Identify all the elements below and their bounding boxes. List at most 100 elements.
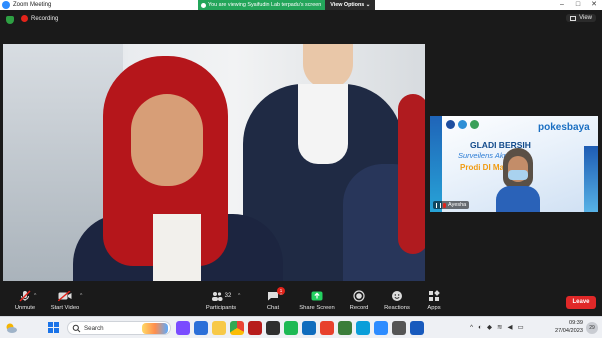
start-video-label: Start Video: [50, 305, 80, 311]
app-tray-icon[interactable]: ◐: [478, 324, 482, 331]
audio-options-chevron-icon[interactable]: ^: [34, 293, 36, 299]
taskbar-pinned-apps: [176, 321, 424, 335]
app-icon-1[interactable]: [176, 321, 190, 335]
chat-label: Chat: [266, 305, 280, 311]
window-controls: – □ ✕: [554, 0, 602, 10]
participant-shirt: [496, 186, 540, 212]
background-stripe-left: [430, 116, 442, 212]
chrome-icon[interactable]: [230, 321, 244, 335]
view-button[interactable]: View: [566, 14, 596, 22]
minimize-button[interactable]: –: [554, 0, 570, 10]
maximize-button[interactable]: □: [570, 0, 586, 10]
record-icon: [353, 290, 365, 302]
chat-icon-wrap: 1: [267, 287, 285, 302]
meeting-toolbar: ^ Unmute ^ Start Video 32 ^ Participants…: [0, 287, 602, 316]
app-icon-green[interactable]: [338, 321, 352, 335]
background-person-collar: [298, 84, 348, 164]
signal-icon: [436, 202, 441, 208]
search-placeholder: Search: [84, 324, 104, 332]
battery-icon[interactable]: ▭: [517, 323, 523, 331]
participant-name: Ayesha: [448, 202, 467, 208]
brand-logo-text: pokesbaya: [538, 122, 590, 133]
logo-3-icon: [470, 120, 479, 129]
view-label: View: [579, 15, 592, 21]
logo-2-icon: [458, 120, 467, 129]
participants-icon-wrap: 32: [211, 290, 232, 302]
speaker-face: [131, 94, 203, 186]
record-label: Record: [349, 305, 369, 311]
zoom-icon[interactable]: [194, 321, 208, 335]
recording-indicator[interactable]: Recording: [21, 15, 58, 22]
chat-button[interactable]: 1 ^ Chat: [248, 287, 298, 311]
video-options-chevron-icon[interactable]: ^: [80, 293, 82, 299]
search-highlight-graphic: [142, 323, 168, 334]
share-status-icon: [201, 2, 206, 8]
mail-icon[interactable]: [302, 321, 316, 335]
start-icon[interactable]: [48, 322, 59, 333]
apps-icon-wrap: [428, 290, 440, 302]
system-tray: ^ ◐ ◆ ≋ ◀ ▭: [470, 323, 524, 332]
participant-mask: [508, 170, 528, 180]
security-tray-icon[interactable]: ◆: [487, 323, 492, 331]
shield-icon[interactable]: [6, 16, 14, 24]
smiley-icon: [392, 291, 402, 301]
show-hidden-icons-icon[interactable]: ^: [470, 324, 473, 331]
notification-avatar[interactable]: 29: [586, 322, 598, 334]
taskbar-search[interactable]: Search: [67, 321, 171, 335]
participants-button[interactable]: 32 ^ Participants: [196, 290, 246, 311]
app-icon-red[interactable]: [320, 321, 334, 335]
file-explorer-icon[interactable]: [212, 321, 226, 335]
word-icon[interactable]: [410, 321, 424, 335]
apps-label: Apps: [427, 305, 441, 311]
recording-label: Recording: [31, 15, 59, 22]
taskbar-clock[interactable]: 09:39 27/04/2023: [551, 320, 583, 335]
video-off-icon: [58, 290, 72, 302]
leave-button[interactable]: Leave: [566, 296, 596, 309]
store-icon[interactable]: [266, 321, 280, 335]
record-icon-wrap: [353, 290, 365, 302]
grid-icon: [570, 15, 577, 21]
unmute-label: Unmute: [14, 305, 36, 311]
chat-options-chevron-icon[interactable]: ^: [280, 293, 282, 299]
apps-button[interactable]: Apps: [409, 290, 459, 311]
share-screen-label: Share Screen: [299, 305, 335, 311]
volume-icon[interactable]: ◀: [507, 323, 512, 331]
start-video-button[interactable]: ^ Start Video: [40, 290, 90, 311]
clock-time: 09:39: [569, 320, 583, 326]
muted-microphone-icon: [19, 290, 31, 302]
window-title: Zoom Meeting: [13, 2, 52, 8]
view-options-button[interactable]: View Options ⌄: [325, 0, 376, 10]
edge-icon[interactable]: [356, 321, 370, 335]
participants-count: 32: [224, 293, 232, 299]
wifi-icon[interactable]: ≋: [497, 323, 502, 331]
share-screen-icon: [311, 291, 323, 301]
viewing-text: You are viewing Syaifudin Lab terpadu's …: [208, 2, 322, 8]
search-icon: [72, 324, 81, 332]
apps-icon: [429, 290, 440, 301]
weather-icon[interactable]: [4, 321, 18, 335]
speaker-collar: [153, 214, 201, 281]
logo-1-icon: [446, 120, 455, 129]
background-red-scarf: [398, 94, 425, 254]
meeting-topbar: Recording View: [0, 10, 602, 30]
zoom-meeting-icon[interactable]: [374, 321, 388, 335]
participant-person: [496, 146, 540, 212]
share-screen-icon-wrap: [311, 290, 323, 302]
close-button[interactable]: ✕: [586, 0, 602, 10]
participants-options-chevron-icon[interactable]: ^: [238, 293, 240, 299]
muted-mic-icon: [443, 202, 446, 208]
zoom-app-icon: [2, 1, 10, 9]
participants-label: Participants: [205, 305, 237, 311]
background-stripe-right: [584, 146, 598, 212]
screen-share-banner: You are viewing Syaifudin Lab terpadu's …: [198, 0, 398, 10]
app-icon-m[interactable]: [248, 321, 262, 335]
app-icon-gray[interactable]: [392, 321, 406, 335]
windows-taskbar: Search ^ ◐ ◆ ≋ ◀ ▭ 09:39 27/04/2023 29: [0, 316, 602, 338]
clock-date: 27/04/2023: [555, 327, 583, 334]
spotify-icon[interactable]: [284, 321, 298, 335]
recording-dot-icon: [21, 15, 28, 22]
participants-icon: [211, 292, 223, 301]
participant-video-tile[interactable]: pokesbaya GLADI BERSIH Surveilens Akredi…: [430, 116, 598, 212]
reactions-icon-wrap: [391, 290, 403, 302]
shared-screen-video[interactable]: [3, 44, 425, 281]
